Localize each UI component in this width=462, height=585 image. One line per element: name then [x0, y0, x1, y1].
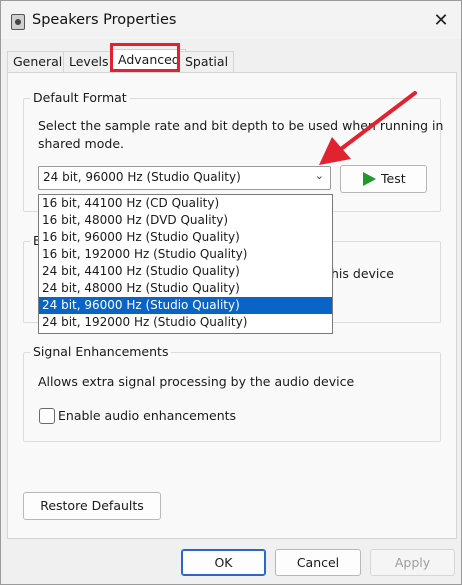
dropdown-option[interactable]: 24 bit, 192000 Hz (Studio Quality) — [39, 314, 332, 331]
tab-general[interactable]: General — [7, 51, 69, 72]
test-button[interactable]: Test — [340, 165, 427, 193]
signal-enhancements-group: Signal Enhancements — [23, 344, 441, 442]
chevron-down-icon[interactable]: ⌄ — [315, 169, 324, 182]
cancel-button[interactable]: Cancel — [275, 549, 361, 576]
restore-defaults-button[interactable]: Restore Defaults — [23, 492, 161, 520]
sample-rate-select[interactable]: 24 bit, 96000 Hz (Studio Quality) ⌄ — [38, 166, 331, 190]
tab-spatial-sound[interactable]: Spatial sound — [179, 51, 235, 89]
sample-rate-selected-value: 24 bit, 96000 Hz (Studio Quality) — [43, 170, 241, 184]
ok-button[interactable]: OK — [181, 549, 266, 576]
signal-enhancements-description: Allows extra signal processing by the au… — [38, 374, 355, 389]
speakers-properties-window: Speakers Properties ✕ General Levels Adv… — [0, 0, 462, 585]
dropdown-option[interactable]: 24 bit, 44100 Hz (Studio Quality) — [39, 263, 332, 280]
test-button-label: Test — [381, 171, 406, 186]
dropdown-option[interactable]: 24 bit, 48000 Hz (Studio Quality) — [39, 280, 332, 297]
speaker-icon — [11, 14, 25, 30]
enable-enhancements-label[interactable]: Enable audio enhancements — [58, 408, 236, 423]
signal-enhancements-label: Signal Enhancements — [30, 344, 172, 359]
dropdown-option[interactable]: 16 bit, 48000 Hz (DVD Quality) — [39, 212, 332, 229]
dropdown-option[interactable]: 16 bit, 192000 Hz (Studio Quality) — [39, 246, 332, 263]
advanced-tab-panel: Default Format Select the sample rate an… — [7, 72, 457, 539]
sample-rate-dropdown-list[interactable]: 16 bit, 44100 Hz (CD Quality) 16 bit, 48… — [38, 194, 333, 334]
exclusive-mode-text-partial: his device — [331, 266, 394, 281]
default-format-description-2: shared mode. — [38, 136, 124, 151]
dropdown-option[interactable]: 16 bit, 96000 Hz (Studio Quality) — [39, 229, 332, 246]
play-icon — [363, 172, 376, 186]
dropdown-option-selected[interactable]: 24 bit, 96000 Hz (Studio Quality) — [39, 297, 332, 314]
title-bar: Speakers Properties ✕ — [1, 1, 461, 39]
close-icon[interactable]: ✕ — [426, 7, 456, 35]
tab-levels[interactable]: Levels — [63, 51, 115, 72]
default-format-label: Default Format — [30, 90, 130, 105]
advanced-tab-highlight-box — [110, 43, 180, 72]
default-format-description-1: Select the sample rate and bit depth to … — [38, 118, 444, 133]
dropdown-option[interactable]: 16 bit, 44100 Hz (CD Quality) — [39, 195, 332, 212]
enable-enhancements-checkbox[interactable] — [39, 408, 55, 424]
apply-button[interactable]: Apply — [370, 549, 455, 576]
window-title: Speakers Properties — [32, 12, 177, 28]
